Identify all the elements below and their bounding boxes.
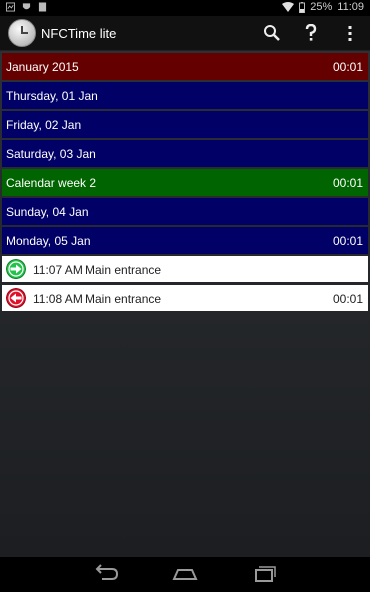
entry-time: 11:08 AM [33, 292, 83, 306]
download-notification-icon [38, 2, 47, 12]
day-duration: 00:01 [332, 234, 363, 248]
back-button[interactable] [92, 563, 122, 585]
overflow-menu-icon [348, 26, 352, 41]
month-duration: 00:01 [332, 60, 363, 74]
month-label: January 2015 [6, 60, 79, 74]
month-row[interactable]: January 2015 00:01 [2, 53, 368, 80]
day-row-friday[interactable]: Friday, 02 Jan [2, 111, 368, 138]
android-debug-icon [22, 3, 31, 10]
timesheet-list[interactable]: January 2015 00:01 Thursday, 01 Jan Frid… [0, 51, 370, 557]
entry-location: Main entrance [85, 263, 162, 277]
search-icon [264, 25, 280, 41]
checkin-arrow-icon [6, 259, 26, 279]
week-duration: 00:01 [332, 176, 363, 190]
help-icon [305, 23, 317, 41]
checkin-entry-row[interactable]: 11:07 AM Main entrance [2, 256, 368, 282]
action-bar: NFCTime lite [0, 16, 370, 51]
day-row-thursday[interactable]: Thursday, 01 Jan [2, 82, 368, 109]
image-notification-icon [6, 2, 15, 12]
day-row-saturday[interactable]: Saturday, 03 Jan [2, 140, 368, 167]
day-row-monday[interactable]: Monday, 05 Jan 00:01 [2, 227, 368, 254]
navigation-bar [0, 557, 370, 592]
week-row[interactable]: Calendar week 2 00:01 [2, 169, 368, 196]
day-label: Thursday, 01 Jan [6, 89, 98, 103]
help-button[interactable] [300, 22, 322, 44]
day-label: Saturday, 03 Jan [6, 147, 96, 161]
status-time: 11:09 [337, 1, 364, 13]
entry-location: Main entrance [85, 292, 162, 306]
status-bar: 25% 11:09 [0, 0, 370, 16]
battery-icon [299, 1, 306, 13]
day-label: Friday, 02 Jan [6, 118, 82, 132]
day-row-sunday[interactable]: Sunday, 04 Jan [2, 198, 368, 225]
checkout-arrow-icon [6, 288, 26, 308]
checkout-entry-row[interactable]: 11:08 AM Main entrance 00:01 [2, 285, 368, 311]
recent-apps-button[interactable] [249, 563, 279, 585]
overflow-menu-button[interactable] [339, 22, 361, 44]
wifi-icon [282, 2, 295, 12]
back-icon [95, 564, 119, 580]
day-label: Sunday, 04 Jan [6, 205, 89, 219]
recent-apps-icon [255, 566, 276, 582]
entry-time: 11:07 AM [33, 263, 83, 277]
day-label: Monday, 05 Jan [6, 234, 91, 248]
app-clock-icon[interactable] [8, 19, 36, 47]
search-button[interactable] [261, 22, 283, 44]
app-title: NFCTime lite [41, 26, 117, 41]
week-label: Calendar week 2 [6, 176, 97, 190]
home-icon [172, 569, 198, 580]
home-button[interactable] [170, 563, 200, 585]
entry-duration: 00:01 [332, 292, 363, 306]
battery-percent: 25% [310, 1, 333, 13]
